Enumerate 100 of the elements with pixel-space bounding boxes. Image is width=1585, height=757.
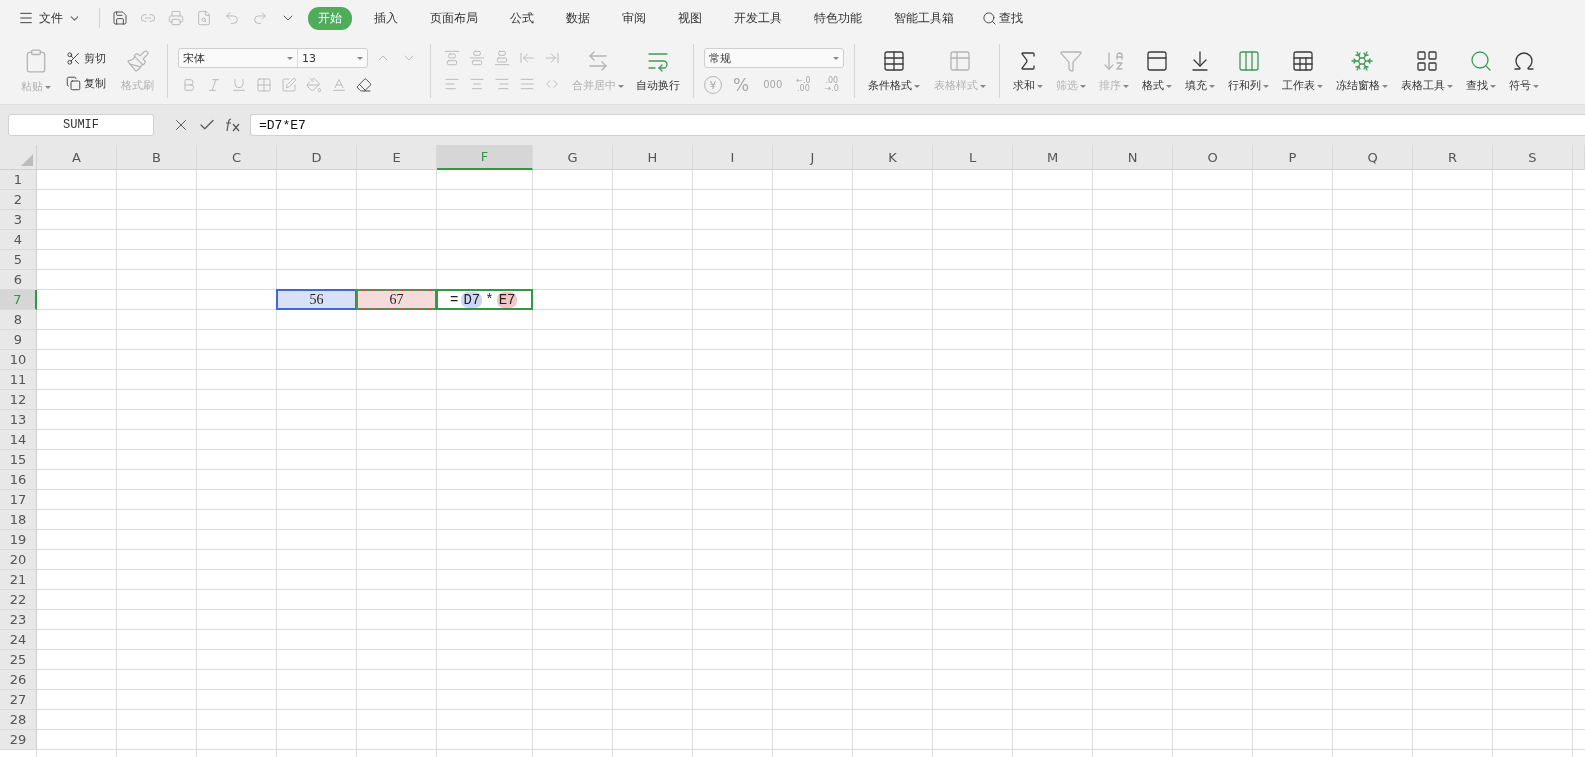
row-header[interactable]: 21 [0, 570, 37, 590]
print-icon [168, 10, 184, 26]
ribbon-tab[interactable]: 公式 [500, 6, 544, 30]
cell-style-icon [281, 77, 297, 93]
formula-input[interactable]: =D7*E7 [250, 114, 1585, 136]
column-header[interactable]: Q [1333, 145, 1413, 170]
italic-icon [206, 77, 222, 93]
row-header[interactable]: 22 [0, 590, 37, 610]
column-header[interactable]: S [1493, 145, 1573, 170]
sort-icon [1102, 49, 1126, 73]
row-header[interactable]: 24 [0, 630, 37, 650]
cut-button[interactable]: 剪切 [64, 50, 108, 67]
column-header[interactable]: L [933, 145, 1013, 170]
row-header[interactable]: 19 [0, 530, 37, 550]
search-button[interactable]: 查找 [1463, 47, 1499, 95]
row-header[interactable]: 27 [0, 690, 37, 710]
row-header[interactable]: 17 [0, 490, 37, 510]
select-all-triangle-icon [21, 154, 33, 166]
wrap-text-button[interactable]: 自动换行 [633, 47, 683, 95]
ribbon-tab[interactable]: 数据 [556, 6, 600, 30]
sum-button[interactable]: 求和 [1010, 47, 1046, 95]
row-header[interactable]: 9 [0, 330, 37, 350]
rows-columns-button[interactable]: 行和列 [1225, 47, 1272, 95]
referenced-cell[interactable]: 56 [276, 289, 357, 310]
column-header[interactable]: H [613, 145, 693, 170]
omega-button[interactable]: 符号 [1506, 47, 1542, 95]
freeze-panes-button[interactable]: 冻结窗格 [1333, 47, 1391, 95]
row-header[interactable]: 3 [0, 210, 37, 230]
row-header[interactable]: 11 [0, 370, 37, 390]
save-icon [112, 10, 128, 26]
search-icon [982, 10, 997, 26]
undo-icon [224, 10, 240, 26]
name-box[interactable]: SUMIF [8, 114, 154, 136]
column-header[interactable]: R [1413, 145, 1493, 170]
row-header[interactable]: 28 [0, 710, 37, 730]
row-header[interactable]: 12 [0, 390, 37, 410]
row-header[interactable]: 6 [0, 270, 37, 290]
align-bottom-icon [494, 50, 510, 66]
row-header[interactable]: 26 [0, 670, 37, 690]
column-header[interactable]: D [277, 145, 357, 170]
row-header[interactable]: 8 [0, 310, 37, 330]
row-header[interactable]: 4 [0, 230, 37, 250]
column-header[interactable]: A [37, 145, 117, 170]
column-header[interactable]: M [1013, 145, 1093, 170]
row-header[interactable]: 20 [0, 550, 37, 570]
ribbon-tab[interactable]: 特色功能 [804, 6, 872, 30]
omega-icon [1512, 49, 1536, 73]
search-icon [1469, 49, 1493, 73]
conditional-format-button[interactable]: 条件格式 [865, 47, 923, 95]
column-header[interactable]: O [1173, 145, 1253, 170]
font-color-icon [331, 77, 347, 93]
copy-button[interactable]: 复制 [64, 75, 108, 92]
column-header[interactable]: G [533, 145, 613, 170]
row-header[interactable]: 15 [0, 450, 37, 470]
row-header[interactable]: 5 [0, 250, 37, 270]
menu-icon [18, 10, 34, 26]
editing-cell[interactable]: = D7 * E7 [436, 289, 533, 310]
eraser-icon [356, 77, 372, 93]
row-header[interactable]: 23 [0, 610, 37, 630]
ribbon-tab[interactable]: 插入 [364, 6, 408, 30]
row-header[interactable]: 2 [0, 190, 37, 210]
search-button[interactable]: 查找 [976, 8, 1029, 28]
row-header[interactable]: 29 [0, 730, 37, 750]
row-header[interactable]: 13 [0, 410, 37, 430]
row-header[interactable]: 16 [0, 470, 37, 490]
row-header[interactable]: 18 [0, 510, 37, 530]
fill-down-button[interactable]: 填充 [1182, 47, 1218, 95]
font-selector[interactable]: 宋体 13 [178, 48, 368, 68]
ribbon-tab[interactable]: 审阅 [612, 6, 656, 30]
ribbon-tab[interactable]: 智能工具箱 [884, 6, 964, 30]
column-header[interactable]: E [357, 145, 437, 170]
ribbon-tab[interactable]: 开发工具 [724, 6, 792, 30]
ribbon-tab[interactable]: 页面布局 [420, 6, 488, 30]
align-right-icon [494, 76, 510, 92]
column-header[interactable]: B [117, 145, 197, 170]
underline-icon [231, 77, 247, 93]
column-header[interactable]: C [197, 145, 277, 170]
column-header[interactable]: K [853, 145, 933, 170]
select-all-corner[interactable] [0, 145, 37, 170]
number-format-select[interactable]: 常规 [704, 48, 844, 68]
outdent-icon [519, 50, 535, 66]
table-tools-icon [1415, 49, 1439, 73]
format-button[interactable]: 格式 [1139, 47, 1175, 95]
table-tools-button[interactable]: 表格工具 [1398, 47, 1456, 95]
column-header[interactable]: I [693, 145, 773, 170]
ribbon-tab[interactable]: 视图 [668, 6, 712, 30]
referenced-cell[interactable]: 67 [356, 289, 437, 310]
function-icon[interactable] [224, 118, 242, 132]
worksheet-button[interactable]: 工作表 [1279, 47, 1326, 95]
column-header[interactable]: P [1253, 145, 1333, 170]
freeze-panes-icon [1350, 49, 1374, 73]
font-name: 宋体 [183, 50, 205, 66]
align-middle-icon [469, 50, 485, 66]
file-menu-button[interactable]: 文件 [14, 7, 85, 29]
column-header[interactable]: N [1093, 145, 1173, 170]
row-header[interactable]: 14 [0, 430, 37, 450]
row-header[interactable]: 25 [0, 650, 37, 670]
column-header[interactable]: J [773, 145, 853, 170]
row-header[interactable]: 10 [0, 350, 37, 370]
row-header[interactable]: 1 [0, 170, 37, 190]
